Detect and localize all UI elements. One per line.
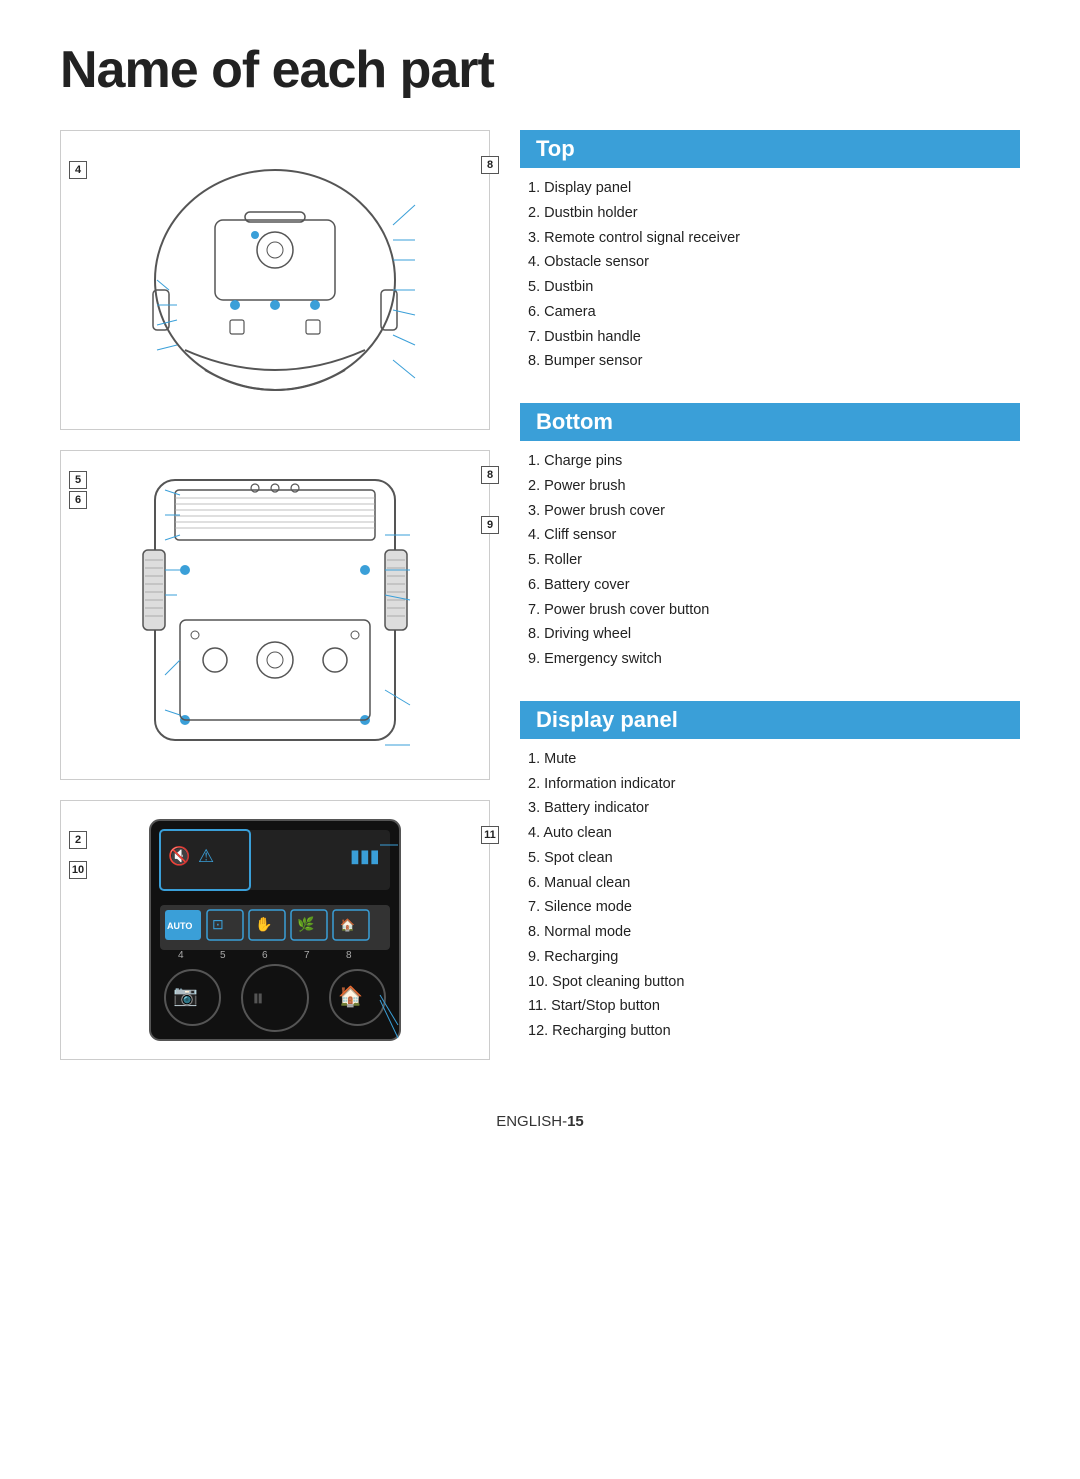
- display-item-7: 7. Silence mode: [528, 897, 1020, 919]
- svg-text:AUTO: AUTO: [167, 921, 192, 931]
- display-section: Display panel 1. Mute 2. Information ind…: [520, 701, 1020, 1053]
- display-item-2: 2. Information indicator: [528, 774, 1020, 796]
- top-section: Top 1. Display panel 2. Dustbin holder 3…: [520, 130, 1020, 383]
- main-layout: 1 2 3 4: [60, 130, 1020, 1073]
- display-item-12: 12. Recharging button: [528, 1021, 1020, 1043]
- svg-text:⊡: ⊡: [212, 916, 224, 932]
- display-panel-diagram: 1 2 10 🔇 ⚠ ▮▮▮: [60, 800, 490, 1060]
- svg-text:🏠: 🏠: [340, 918, 355, 932]
- bottom-item-2: 2. Power brush: [528, 476, 1020, 498]
- svg-text:⚠: ⚠: [198, 846, 214, 866]
- display-item-3: 3. Battery indicator: [528, 798, 1020, 820]
- right-column: Top 1. Display panel 2. Dustbin holder 3…: [520, 130, 1020, 1073]
- svg-text:8: 8: [346, 950, 352, 961]
- top-label-8: 8: [481, 156, 499, 174]
- svg-text:🌿: 🌿: [297, 916, 314, 933]
- display-svg: 🔇 ⚠ ▮▮▮ AUTO ⊡ ✋: [130, 810, 420, 1050]
- display-section-list: 1. Mute 2. Information indicator 3. Batt…: [520, 749, 1020, 1043]
- bottom-section-header: Bottom: [520, 403, 1020, 441]
- bot-label-5b: 5: [69, 471, 87, 489]
- svg-text:🔇: 🔇: [168, 845, 190, 866]
- bot-label-6: 6: [69, 491, 87, 509]
- top-item-2: 2. Dustbin holder: [528, 203, 1020, 225]
- top-label-4: 4: [69, 161, 87, 179]
- top-section-list: 1. Display panel 2. Dustbin holder 3. Re…: [520, 178, 1020, 373]
- display-item-10: 10. Spot cleaning button: [528, 972, 1020, 994]
- bottom-item-4: 4. Cliff sensor: [528, 525, 1020, 547]
- svg-text:🏠: 🏠: [338, 985, 363, 1008]
- left-column: 1 2 3 4: [60, 130, 490, 1073]
- bottom-view-diagram: 1 2 3 4 5 6 5: [60, 450, 490, 780]
- display-item-8: 8. Normal mode: [528, 922, 1020, 944]
- bottom-section: Bottom 1. Charge pins 2. Power brush 3. …: [520, 403, 1020, 681]
- bottom-item-5: 5. Roller: [528, 550, 1020, 572]
- display-item-11: 11. Start/Stop button: [528, 996, 1020, 1018]
- svg-text:✋: ✋: [255, 916, 272, 932]
- display-section-header: Display panel: [520, 701, 1020, 739]
- bottom-item-7: 7. Power brush cover button: [528, 600, 1020, 622]
- footer-text: ENGLISH-: [496, 1113, 567, 1130]
- bottom-robot-svg: [125, 460, 425, 770]
- top-item-6: 6. Camera: [528, 302, 1020, 324]
- svg-text:7: 7: [304, 950, 310, 961]
- dp-label-2: 2: [69, 831, 87, 849]
- top-item-7: 7. Dustbin handle: [528, 327, 1020, 349]
- svg-text:6: 6: [262, 950, 268, 961]
- top-item-5: 5. Dustbin: [528, 277, 1020, 299]
- svg-text:▮▮▮: ▮▮▮: [350, 846, 380, 866]
- top-robot-svg: [125, 150, 425, 410]
- svg-text:📷: 📷: [173, 985, 198, 1007]
- dp-label-11: 11: [481, 826, 499, 844]
- top-view-diagram: 1 2 3 4: [60, 130, 490, 430]
- top-item-4: 4. Obstacle sensor: [528, 252, 1020, 274]
- top-item-8: 8. Bumper sensor: [528, 351, 1020, 373]
- bot-label-8: 8: [481, 466, 499, 484]
- page-title: Name of each part: [60, 40, 1020, 100]
- display-item-1: 1. Mute: [528, 749, 1020, 771]
- display-item-4: 4. Auto clean: [528, 823, 1020, 845]
- svg-text:⏸: ⏸: [252, 985, 264, 1012]
- page-footer: ENGLISH-15: [60, 1113, 1020, 1130]
- bottom-item-6: 6. Battery cover: [528, 575, 1020, 597]
- svg-text:4: 4: [178, 950, 184, 961]
- bottom-section-list: 1. Charge pins 2. Power brush 3. Power b…: [520, 451, 1020, 671]
- display-item-5: 5. Spot clean: [528, 848, 1020, 870]
- footer-number: 15: [567, 1113, 584, 1130]
- bottom-item-3: 3. Power brush cover: [528, 501, 1020, 523]
- bot-label-9: 9: [481, 516, 499, 534]
- bottom-item-1: 1. Charge pins: [528, 451, 1020, 473]
- top-item-3: 3. Remote control signal receiver: [528, 228, 1020, 250]
- bottom-item-8: 8. Driving wheel: [528, 624, 1020, 646]
- top-section-header: Top: [520, 130, 1020, 168]
- display-item-6: 6. Manual clean: [528, 873, 1020, 895]
- top-item-1: 1. Display panel: [528, 178, 1020, 200]
- dp-label-10: 10: [69, 861, 87, 879]
- bottom-item-9: 9. Emergency switch: [528, 649, 1020, 671]
- svg-text:5: 5: [220, 950, 226, 961]
- display-item-9: 9. Recharging: [528, 947, 1020, 969]
